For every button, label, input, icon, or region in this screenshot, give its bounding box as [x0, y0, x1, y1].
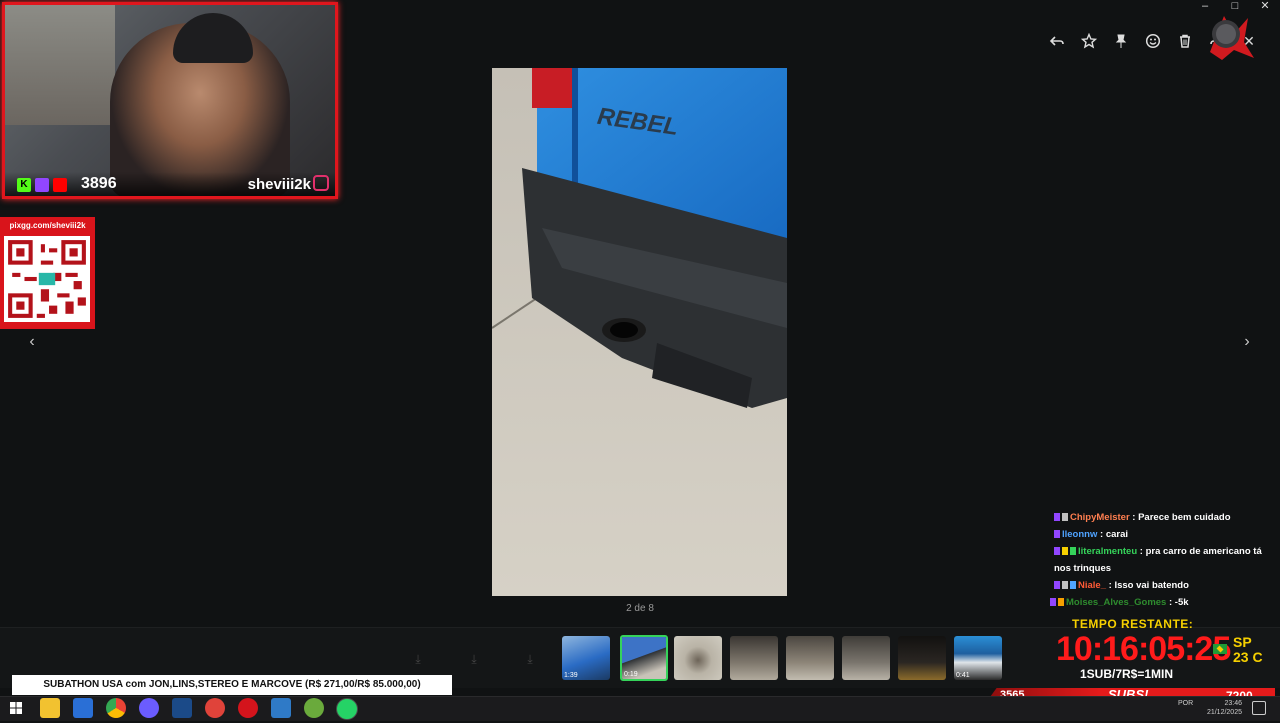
chat-message: lleonnw : carai [1054, 526, 1274, 543]
opera-icon[interactable] [238, 698, 258, 718]
viewer-count: 3896 [81, 175, 117, 192]
chat-username: literalmenteu [1078, 546, 1138, 557]
steam-icon[interactable] [172, 698, 192, 718]
thumbnail-2-selected[interactable]: 0:19 [620, 635, 668, 681]
streamer-handle: sheviii2k [247, 176, 311, 193]
trash-icon[interactable] [1174, 30, 1196, 52]
thumbnail-6[interactable] [842, 636, 890, 680]
truck-rear-photo: REBEL [492, 68, 787, 596]
download-icon[interactable]: ⤓ [522, 652, 538, 668]
taskbar [0, 696, 1280, 721]
discord-icon[interactable] [139, 698, 159, 718]
chat-message: ChipyMeister : Parece bem cuidado [1054, 509, 1274, 526]
instagram-icon [313, 175, 329, 191]
chat-message: literalmenteu : pra carro de americano t… [1054, 543, 1274, 577]
subathon-timer: 10:16:05:25 [1056, 630, 1231, 668]
language-indicator[interactable]: POR [1178, 700, 1193, 707]
youtube-icon [53, 178, 67, 192]
reply-icon[interactable] [1046, 30, 1068, 52]
qr-code [4, 236, 90, 322]
system-clock[interactable]: 23:46 21/12/2025 [1200, 699, 1242, 717]
webcam-overlay: K 3896 sheviii2k [2, 2, 338, 199]
chevron-right-icon: › [1244, 333, 1250, 350]
thumbnail-7[interactable] [898, 636, 946, 680]
chrome-icon[interactable] [106, 698, 126, 718]
thumbnail-3[interactable] [674, 636, 722, 680]
weather-temp: 23 C [1233, 649, 1263, 665]
subathon-banner: SUBATHON USA com JON,LINS,STEREO E MARCO… [12, 675, 452, 695]
twitch-icon [35, 178, 49, 192]
timer-label: TEMPO RESTANTE: [1072, 617, 1194, 631]
emoji-icon[interactable] [1142, 30, 1164, 52]
chat-username: ChipyMeister [1070, 512, 1130, 523]
sub-rate: 1SUB/7R$=1MIN [1080, 667, 1174, 681]
pix-url: pixgg.com/sheviii2k [9, 221, 86, 230]
chevron-left-icon: ‹ [29, 333, 35, 350]
notification-icon[interactable] [1252, 701, 1266, 715]
chat-text: : carai [1100, 529, 1129, 540]
chat-text: : Parece bem cuidado [1132, 512, 1231, 523]
xbox-icon[interactable] [304, 698, 324, 718]
chat-username: lleonnw [1062, 529, 1098, 540]
platform-icons: K [17, 178, 67, 192]
start-button[interactable] [6, 698, 26, 718]
thumbnail-8[interactable]: 0:41 [954, 636, 1002, 680]
next-image-button[interactable]: › [1237, 332, 1257, 352]
star-icon[interactable] [1078, 30, 1100, 52]
weather: SP 23 C [1233, 635, 1263, 665]
photoshop-icon[interactable] [271, 698, 291, 718]
chat-message: Niale_ : Isso vai batendo [1054, 577, 1274, 594]
brazil-flag-icon [1213, 644, 1227, 654]
chat-text: : -5k [1168, 597, 1189, 608]
weather-location: SP [1233, 634, 1252, 650]
chat-message: Moises_Alves_Gomes : -5k [1050, 594, 1274, 611]
prev-image-button[interactable]: ‹ [22, 332, 42, 352]
chat-text: : Isso vai batendo [1108, 580, 1189, 591]
app-icon[interactable] [205, 698, 225, 718]
streamer-beanie [173, 13, 253, 63]
webcam-background [5, 5, 115, 125]
chat-overlay: ChipyMeister : Parece bem cuidado lleonn… [1050, 509, 1274, 611]
pin-icon[interactable] [1110, 30, 1132, 52]
file-explorer-icon[interactable] [40, 698, 60, 718]
kick-icon: K [17, 178, 31, 192]
download-icon[interactable]: ⤓ [410, 652, 426, 668]
thumbnail-4[interactable] [730, 636, 778, 680]
chat-username: Niale_ [1078, 580, 1106, 591]
media-preview[interactable]: REBEL [492, 68, 787, 596]
media-counter: 2 de 8 [626, 603, 654, 614]
download-icon[interactable]: ⤓ [466, 652, 482, 668]
whatsapp-icon[interactable] [336, 698, 358, 720]
streamer-logo [1210, 16, 1254, 60]
thumbnail-1[interactable]: 1:39 [562, 636, 610, 680]
chat-username: Moises_Alves_Gomes [1066, 597, 1167, 608]
thumbnail-5[interactable] [786, 636, 834, 680]
pix-qr-panel: pixgg.com/sheviii2k [0, 217, 95, 329]
store-icon[interactable] [73, 698, 93, 718]
